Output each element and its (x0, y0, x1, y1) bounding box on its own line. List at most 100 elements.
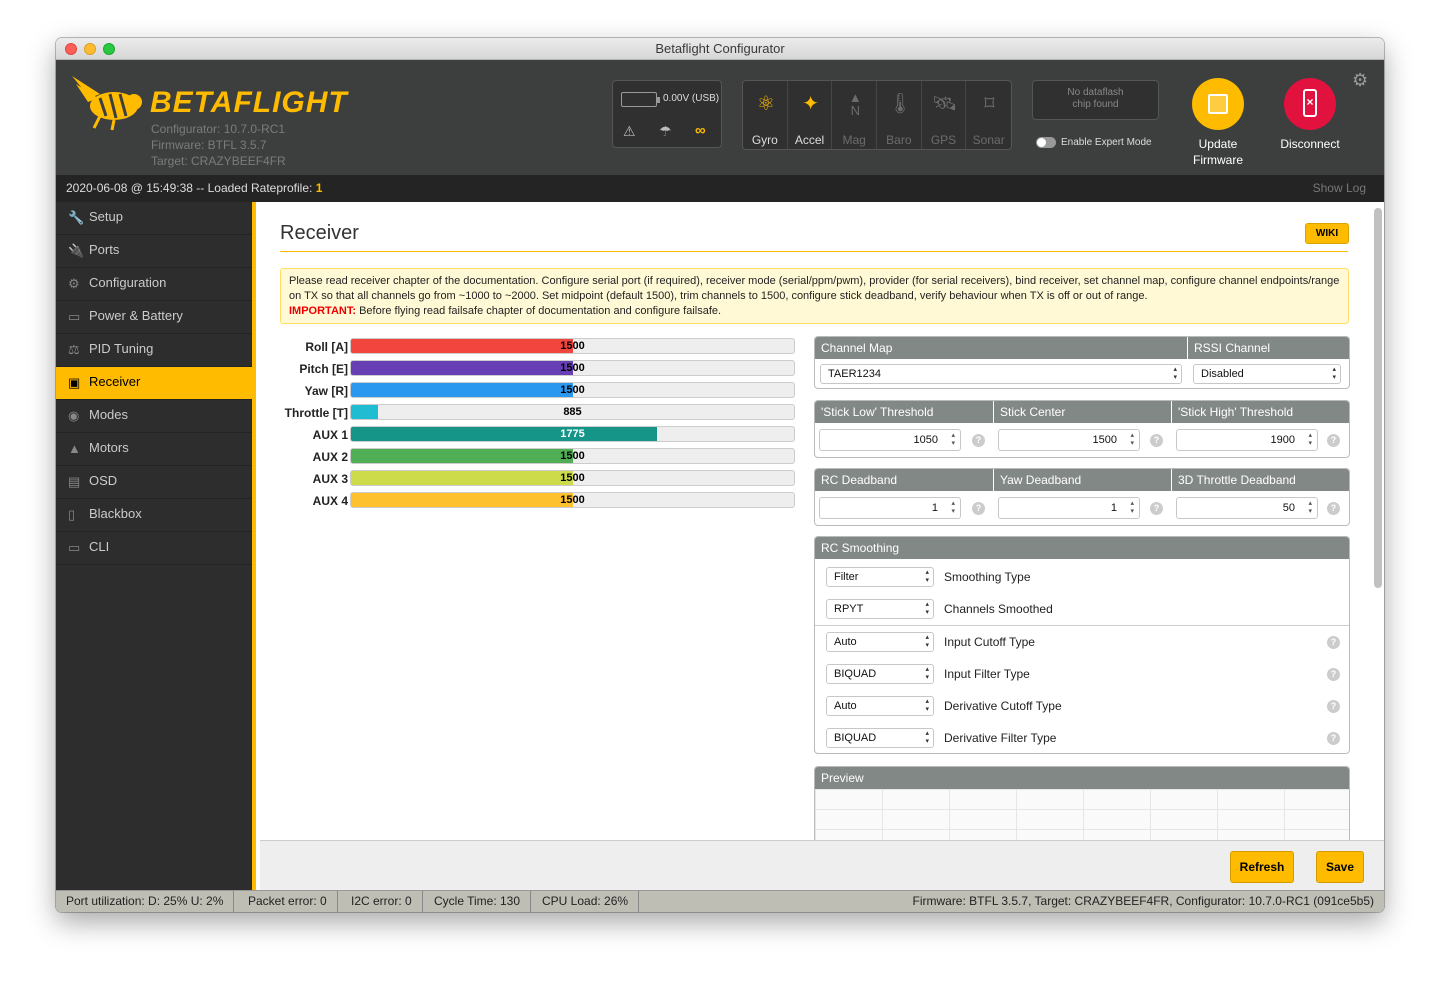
input-filter-type-label: Input Filter Type (944, 667, 1030, 681)
title-underline (280, 251, 1348, 252)
sensor-mag: ▲ N Mag (832, 81, 878, 149)
help-icon[interactable]: ? (1327, 434, 1340, 447)
sidebar-item-pid-tuning[interactable]: ⚖ PID Tuning (56, 334, 252, 367)
log-message: 2020-06-08 @ 15:49:38 -- Loaded Rateprof… (66, 181, 316, 195)
refresh-button[interactable]: Refresh (1230, 851, 1294, 883)
save-button[interactable]: Save (1316, 851, 1364, 883)
yaw-deadband-input[interactable]: 1 (998, 497, 1140, 519)
channel-map-panel: Channel Map RSSI Channel TAER1234 Disabl… (814, 336, 1350, 389)
modes-icon: ◉ (68, 408, 80, 423)
window-title: Betaflight Configurator (655, 41, 785, 56)
smoothing-type-select[interactable]: Filter (826, 567, 934, 587)
disconnect-button[interactable]: × Disconnect (1274, 78, 1346, 152)
stick-high-header: 'Stick High' Threshold (1172, 401, 1349, 423)
important-label: IMPORTANT: (289, 305, 357, 317)
usb-icon: × (1284, 78, 1336, 130)
channel-label: AUX 2 (312, 450, 348, 464)
help-icon[interactable]: ? (972, 502, 985, 515)
maximize-window-button[interactable] (103, 43, 115, 55)
firmware-version: Firmware: BTFL 3.5.7 (151, 138, 267, 152)
smoothing-type-label: Smoothing Type (944, 570, 1031, 584)
sidebar-item-blackbox[interactable]: ▯ Blackbox (56, 499, 252, 532)
close-window-button[interactable] (65, 43, 77, 55)
help-icon[interactable]: ? (1327, 636, 1340, 649)
update-firmware-button[interactable]: Update Firmware (1183, 78, 1253, 168)
plug-icon: 🔌 (68, 243, 85, 258)
channel-value: 1500 (560, 384, 585, 396)
throttle-deadband-input[interactable]: 50 (1176, 497, 1318, 519)
help-icon[interactable]: ? (1327, 668, 1340, 681)
throttle-deadband-header: 3D Throttle Deadband (1172, 469, 1349, 491)
channel-label: AUX 3 (312, 472, 348, 486)
sidebar-item-ports[interactable]: 🔌 Ports (56, 235, 252, 268)
battery-icon: ▭ (68, 309, 81, 324)
receiver-content: Receiver WIKI Please read receiver chapt… (260, 202, 1384, 840)
configurator-version: Configurator: 10.7.0-RC1 (151, 122, 286, 136)
brand-name: BETAFLIGHT (150, 86, 348, 119)
bee-logo-icon (72, 76, 142, 131)
stick-high-input[interactable]: 1900 (1176, 429, 1318, 451)
sonar-icon: ⌑ (984, 93, 995, 115)
preview-panel: Preview (814, 766, 1350, 840)
channel-label: Pitch [E] (299, 362, 348, 376)
dataflash-status: No dataflash chip found (1032, 80, 1159, 120)
stick-low-header: 'Stick Low' Threshold (815, 401, 993, 423)
sidebar-item-configuration[interactable]: ⚙ Configuration (56, 268, 252, 301)
sensor-panel: ⚛ Gyro ✦ Accel ▲ N Mag 🌡 Baro 🛰 GPS ⌑ Sonar (742, 80, 1012, 150)
help-icon[interactable]: ? (1150, 434, 1163, 447)
sidebar-item-cli[interactable]: ▭ CLI (56, 532, 252, 565)
rateprofile-number: 1 (315, 181, 323, 195)
help-icon[interactable]: ? (1327, 732, 1340, 745)
port-utilization: Port utilization: D: 25% U: 2% (56, 891, 235, 912)
channel-map-select[interactable]: TAER1234 (820, 364, 1182, 384)
help-icon[interactable]: ? (972, 434, 985, 447)
cycle-time: Cycle Time: 130 (424, 891, 532, 912)
help-icon[interactable]: ? (1327, 502, 1340, 515)
rc-smoothing-header: RC Smoothing (815, 537, 1349, 559)
channel-row: Pitch [E] 1500 (280, 360, 795, 382)
gear-icon: ⚙ (68, 276, 80, 291)
input-filter-type-select[interactable]: BIQUAD (826, 664, 934, 684)
expert-mode-toggle[interactable]: Enable Expert Mode (1036, 137, 1152, 148)
blackbox-icon: ▯ (68, 507, 76, 522)
rc-deadband-input[interactable]: 1 (819, 497, 961, 519)
channels-smoothed-select[interactable]: RPYT (826, 599, 934, 619)
rssi-channel-select[interactable]: Disabled (1193, 364, 1341, 384)
derivative-filter-type-select[interactable]: BIQUAD (826, 728, 934, 748)
help-icon[interactable]: ? (1327, 700, 1340, 713)
sidebar-item-setup[interactable]: 🔧 Setup (56, 202, 252, 235)
sensor-gyro: ⚛ Gyro (743, 81, 788, 149)
content-scrollbar[interactable] (1374, 208, 1382, 588)
sidebar-item-motors[interactable]: ▲ Motors (56, 433, 252, 466)
derivative-cutoff-type-select[interactable]: Auto (826, 696, 934, 716)
derivative-filter-type-label: Derivative Filter Type (944, 731, 1057, 745)
channel-label: Roll [A] (305, 340, 348, 354)
sidebar-item-modes[interactable]: ◉ Modes (56, 400, 252, 433)
stick-center-input[interactable]: 1500 (998, 429, 1140, 451)
sidebar-item-receiver[interactable]: ▣ Receiver (56, 367, 252, 400)
help-icon[interactable]: ? (1150, 502, 1163, 515)
important-text: Before flying read failsafe chapter of d… (356, 305, 722, 317)
channel-bar: 1500 (350, 382, 795, 398)
footer-toolbar: Refresh Save (260, 840, 1384, 890)
show-log-link[interactable]: Show Log (1313, 175, 1366, 202)
minimize-window-button[interactable] (84, 43, 96, 55)
stick-center-header: Stick Center (994, 401, 1171, 423)
sensor-baro: 🌡 Baro (877, 81, 922, 149)
battery-panel: 0.00V (USB) ⚠ ☂ ∞ (612, 80, 722, 148)
stick-low-input[interactable]: 1050 (819, 429, 961, 451)
channel-map-header: Channel Map (815, 337, 1187, 359)
sidebar-item-osd[interactable]: ▤ OSD (56, 466, 252, 499)
input-cutoff-type-select[interactable]: Auto (826, 632, 934, 652)
sidebar-item-power-battery[interactable]: ▭ Power & Battery (56, 301, 252, 334)
channel-label: AUX 1 (312, 428, 348, 442)
target-name: Target: CRAZYBEEF4FR (151, 154, 286, 168)
deadband-panel: RC Deadband Yaw Deadband 3D Throttle Dea… (814, 468, 1350, 526)
settings-gear-icon[interactable]: ⚙ (1352, 70, 1368, 91)
channel-value: 1500 (560, 362, 585, 374)
page-title: Receiver (280, 222, 359, 244)
wiki-button[interactable]: WIKI (1305, 223, 1349, 244)
toggle-switch[interactable] (1036, 137, 1056, 148)
title-bar: Betaflight Configurator (56, 38, 1384, 60)
note-text: Please read receiver chapter of the docu… (289, 275, 1340, 302)
